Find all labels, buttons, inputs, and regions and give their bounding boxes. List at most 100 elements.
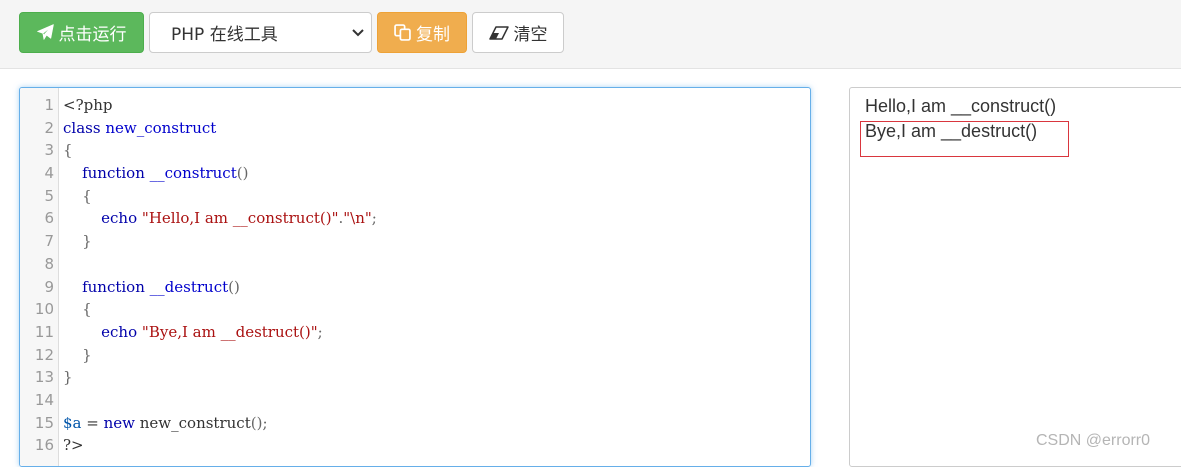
code-line: 3{ xyxy=(20,139,810,162)
code-text: } xyxy=(63,230,92,253)
code-token: "\n" xyxy=(343,209,372,228)
code-token: echo xyxy=(101,322,138,341)
code-token: ; xyxy=(317,322,323,341)
code-token: echo xyxy=(101,209,138,228)
code-token: } xyxy=(82,232,92,251)
code-text: function __construct() xyxy=(63,162,248,185)
code-line: 15 $a = new new_construct(); xyxy=(20,412,810,435)
line-number: 10 xyxy=(34,300,54,319)
code-line: 14 xyxy=(20,389,810,412)
code-line: 12 } xyxy=(20,344,810,367)
paper-plane-icon xyxy=(36,24,54,41)
code-token: $a xyxy=(63,413,82,432)
line-number: 11 xyxy=(34,322,54,341)
code-token: "Bye,I am __destruct()" xyxy=(141,322,318,341)
code-token: = xyxy=(81,413,104,432)
code-token: function xyxy=(82,277,145,296)
toolbar: 点击运行 PHP 在线工具 复制 清空 xyxy=(0,0,1181,69)
code-line: 6 echo "Hello,I am __construct()"."\n"; xyxy=(20,207,810,230)
code-token: __destruct xyxy=(149,277,229,296)
code-line: 13} xyxy=(20,366,810,389)
code-token: ; xyxy=(371,209,377,228)
code-text: echo "Hello,I am __construct()"."\n"; xyxy=(63,207,377,230)
code-token: { xyxy=(82,186,92,205)
line-number: 16 xyxy=(34,436,54,455)
line-number: 13 xyxy=(34,368,54,387)
code-line: 2 class new_construct xyxy=(20,117,810,140)
line-number: 6 xyxy=(44,209,54,228)
line-number: 2 xyxy=(44,118,54,137)
code-line: 7 } xyxy=(20,230,810,253)
output-line: Hello,I am __construct() xyxy=(865,96,1057,116)
language-select[interactable]: PHP 在线工具 xyxy=(149,12,372,53)
copy-button[interactable]: 复制 xyxy=(377,12,467,53)
code-line: 8 xyxy=(20,253,810,276)
highlight-annotation-box xyxy=(860,121,1069,157)
code-text: { xyxy=(63,298,92,321)
line-number: 14 xyxy=(34,390,54,409)
line-number: 3 xyxy=(44,141,54,160)
code-token: { xyxy=(63,141,73,160)
code-token: new_construct xyxy=(105,118,217,137)
line-number: 7 xyxy=(44,232,54,251)
line-number: 4 xyxy=(44,164,54,183)
code-text: } xyxy=(63,344,92,367)
line-number: 12 xyxy=(34,345,54,364)
code-token: () xyxy=(236,164,249,183)
code-token: function xyxy=(82,164,145,183)
line-number: 9 xyxy=(44,277,54,296)
watermark: CSDN @errorr0 xyxy=(1036,432,1151,449)
code-token: __construct xyxy=(149,164,237,183)
code-line: 4 function __construct() xyxy=(20,162,810,185)
code-editor[interactable]: 1 <?php 2 class new_construct 3{4 function _… xyxy=(19,87,811,467)
code-token: new_construct xyxy=(135,413,251,432)
clear-button[interactable]: 清空 xyxy=(472,12,564,53)
code-token: "Hello,I am __construct()" xyxy=(141,209,339,228)
clear-button-label: 清空 xyxy=(513,25,548,45)
code-token: } xyxy=(63,368,73,387)
code-token: class xyxy=(63,118,101,137)
code-line: 10 { xyxy=(20,298,810,321)
code-line: 16 ?> xyxy=(20,434,810,457)
code-token: } xyxy=(82,345,92,364)
copy-icon xyxy=(394,24,411,41)
code-text: echo "Bye,I am __destruct()"; xyxy=(63,321,323,344)
chevron-down-icon xyxy=(351,25,365,39)
code-text: { xyxy=(63,139,73,162)
code-text: } xyxy=(63,366,73,389)
line-number: 15 xyxy=(34,413,54,432)
line-number: 1 xyxy=(44,96,54,114)
language-select-value: PHP 在线工具 xyxy=(171,25,278,45)
code-lines: 1 <?php 2 class new_construct 3{4 function _… xyxy=(20,94,810,457)
line-number: 5 xyxy=(44,186,54,205)
copy-button-label: 复制 xyxy=(416,25,450,45)
code-token: <?php xyxy=(63,96,113,114)
code-token: { xyxy=(82,300,92,319)
eraser-icon xyxy=(488,25,509,40)
line-number: 8 xyxy=(44,254,54,273)
code-line: 11 echo "Bye,I am __destruct()"; xyxy=(20,321,810,344)
run-button[interactable]: 点击运行 xyxy=(19,12,144,53)
code-token: () xyxy=(228,277,240,296)
code-text: class new_construct xyxy=(63,117,216,140)
code-token: ?> xyxy=(63,436,84,455)
run-button-label: 点击运行 xyxy=(58,25,127,45)
code-text: function __destruct() xyxy=(63,276,240,299)
code-line: 5 { xyxy=(20,185,810,208)
code-text: ?> xyxy=(63,434,84,457)
code-line: 9 function __destruct() xyxy=(20,276,810,299)
code-text: { xyxy=(63,185,92,208)
code-line: 1 <?php xyxy=(20,94,810,117)
code-token: (); xyxy=(250,413,268,432)
code-token: new xyxy=(103,413,135,432)
code-text: <?php xyxy=(63,94,112,117)
code-text: $a = new new_construct(); xyxy=(63,412,268,435)
